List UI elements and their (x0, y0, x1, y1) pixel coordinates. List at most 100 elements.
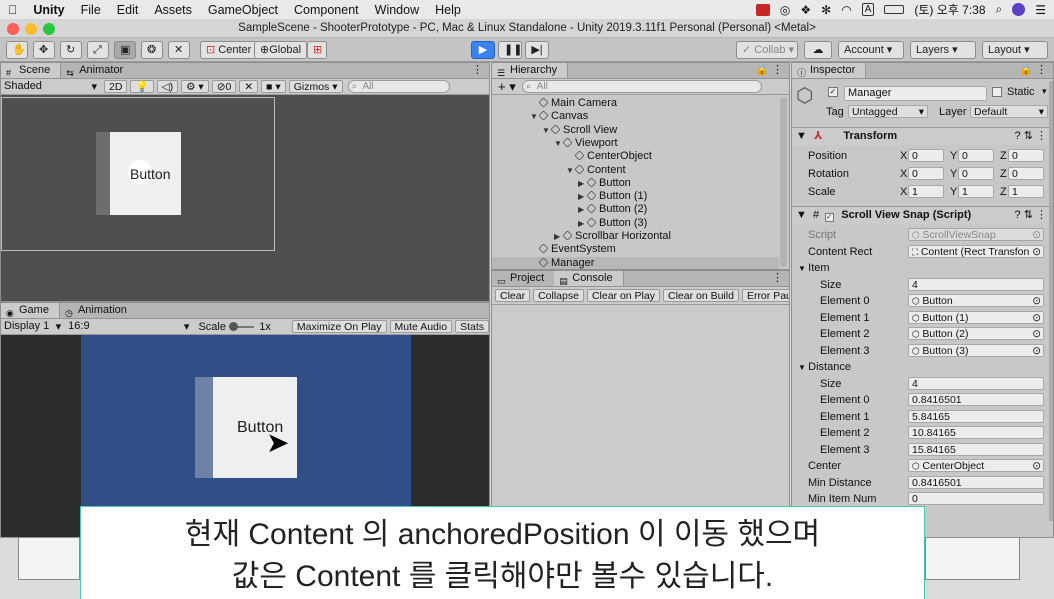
hierarchy-item[interactable]: Main Camera (530, 97, 617, 110)
audio-icon[interactable]: ◁) (156, 80, 179, 93)
foldout-arrow-icon[interactable]: ▶ (554, 230, 563, 243)
siri-icon[interactable] (1012, 3, 1026, 16)
foldout-arrow-icon[interactable]: ▶ (578, 203, 587, 216)
console-error-pause-button[interactable]: Error Pause (741, 289, 789, 302)
console-collapse-button[interactable]: Collapse (533, 289, 584, 302)
notification-center-icon[interactable]: ☰ (1035, 3, 1046, 17)
transform-z-field[interactable]: 0 (1008, 167, 1044, 180)
transform-x-field[interactable]: 0 (908, 167, 944, 180)
item-foldout-label[interactable]: ▼ Item (798, 261, 830, 276)
distance-element-field[interactable]: 10.84165 (908, 426, 1044, 439)
object-picker-icon[interactable]: ⊙ (1032, 345, 1041, 356)
foldout-arrow-icon[interactable]: ▶ (578, 190, 587, 203)
tab-game[interactable]: ◉ Game (1, 303, 60, 318)
menu-assets[interactable]: Assets (146, 3, 200, 17)
hierarchy-item[interactable]: ▶ Button (3) (578, 217, 647, 230)
zoom-window-icon[interactable] (43, 23, 55, 35)
item-element-field[interactable]: ⬡ Button (2) ⊙ (908, 327, 1044, 340)
tab-animator[interactable]: ⇆ Animator (61, 63, 133, 78)
panel-menu-icon[interactable]: ⋮ (472, 63, 489, 78)
clock[interactable]: (토) 오후 7:38 (914, 1, 985, 18)
transform-settings-icon[interactable]: ? ⇅ ⋮ (1015, 128, 1047, 145)
2d-toggle[interactable]: 2D (104, 80, 128, 93)
display-dropdown[interactable]: Display 1 ▾ (1, 320, 65, 333)
layout-dropdown[interactable]: Layout ▾ (982, 41, 1048, 59)
custom-tool-icon[interactable]: ✕ (168, 41, 190, 59)
pause-button[interactable]: ❚❚ (498, 41, 522, 59)
item-element-field[interactable]: ⬡ Button (1) ⊙ (908, 310, 1044, 324)
menu-app[interactable]: Unity (25, 3, 72, 17)
gizmos-dropdown[interactable]: Gizmos ▾ (288, 80, 343, 93)
hierarchy-item[interactable]: ▶ Button (1) (578, 190, 647, 203)
pivot-center-button[interactable]: ⊡ Center (200, 41, 258, 59)
menu-component[interactable]: Component (286, 3, 367, 17)
close-window-icon[interactable] (7, 23, 19, 35)
hierarchy-item[interactable]: Manager (492, 256, 779, 269)
minimize-window-icon[interactable] (25, 23, 37, 35)
distance-element-field[interactable]: 0.8416501 (908, 393, 1044, 406)
hierarchy-item[interactable]: ▼ Canvas (530, 110, 588, 123)
static-dropdown-icon[interactable]: ▾ (1042, 86, 1047, 97)
foldout-arrow-icon[interactable]: ▶ (578, 217, 587, 230)
scale-slider[interactable] (228, 321, 255, 331)
tab-hierarchy[interactable]: ☰ Hierarchy (492, 63, 569, 78)
cloud-icon[interactable]: ☁ (804, 41, 832, 59)
tab-project[interactable]: ▭ Project (492, 271, 554, 286)
scale-tool-icon[interactable]: ⤢ (87, 41, 109, 59)
hierarchy-item[interactable]: EventSystem (530, 243, 616, 256)
scene-search-input[interactable]: ⌕ All (347, 80, 450, 93)
input-source-indicator[interactable]: A (861, 3, 875, 16)
object-picker-icon[interactable]: ⊙ (1032, 312, 1041, 323)
min-distance-field[interactable]: 0.8416501 (908, 475, 1044, 489)
scene-button-object[interactable]: Button (110, 132, 181, 215)
move-tool-icon[interactable]: ✥ (33, 41, 55, 59)
hierarchy-scrollbar[interactable] (780, 97, 787, 267)
effects-icon[interactable]: ⚙ ▾ (181, 80, 209, 93)
transform-z-field[interactable]: 0 (1008, 149, 1044, 162)
script-settings-icon[interactable]: ? ⇅ ⋮ (1015, 207, 1047, 224)
transform-x-field[interactable]: 0 (908, 149, 944, 162)
scene-viewport[interactable]: Button (1, 95, 489, 301)
foldout-arrow-icon[interactable]: ▼ (798, 264, 808, 273)
hierarchy-lock-icon[interactable]: 🔒 ⋮ (755, 63, 789, 78)
active-checkbox[interactable]: ✓ (828, 87, 838, 97)
stats-toggle[interactable]: Stats (455, 320, 489, 333)
layer-dropdown[interactable]: Default ▾ (970, 105, 1048, 118)
tag-dropdown[interactable]: Untagged ▾ (848, 105, 928, 118)
tab-scene[interactable]: # Scene (1, 63, 62, 78)
inspector-scrollbar[interactable] (1049, 81, 1053, 521)
transform-y-field[interactable]: 0 (958, 167, 994, 180)
foldout-arrow-icon[interactable]: ▶ (578, 177, 587, 190)
hierarchy-item[interactable]: ▶ Scrollbar Horizontal (554, 230, 671, 243)
hidden-objects-toggle[interactable]: ⊘0 (211, 80, 237, 93)
transform-z-field[interactable]: 1 (1008, 185, 1044, 198)
shading-mode-dropdown[interactable]: Shaded ▾ (1, 80, 101, 93)
script-header[interactable]: ▼ # ✓ Scroll View Snap (Script) ? ⇅ ⋮ (792, 206, 1053, 224)
layers-dropdown[interactable]: Layers ▾ (910, 41, 976, 59)
console-clear-on-play-button[interactable]: Clear on Play (586, 289, 660, 302)
object-picker-icon[interactable]: ⊙ (1032, 246, 1041, 257)
menu-help[interactable]: Help (427, 3, 469, 17)
tab-inspector[interactable]: ⓘ Inspector (792, 63, 867, 78)
script-enabled-checkbox[interactable]: ✓ (825, 213, 835, 222)
item-element-field[interactable]: ⬡ Button ⊙ (908, 294, 1044, 307)
center-field[interactable]: ⬡ CenterObject ⊙ (908, 459, 1044, 472)
object-name-field[interactable]: Manager (844, 86, 987, 101)
foldout-arrow-icon[interactable]: ▼ (566, 164, 575, 177)
step-button[interactable]: ▶| (525, 41, 549, 59)
wifi-icon[interactable]: ◠ (841, 3, 851, 17)
hierarchy-item[interactable]: ▶ Button (578, 177, 631, 190)
console-clear-on-build-button[interactable]: Clear on Build (662, 289, 739, 302)
apple-icon[interactable]:  (0, 3, 25, 17)
transform-x-field[interactable]: 1 (908, 185, 944, 198)
play-button[interactable]: ▶ (471, 41, 495, 59)
lighting-icon[interactable]: 💡 (130, 80, 154, 93)
aspect-dropdown[interactable]: 16:9 ▾ (65, 320, 193, 333)
hierarchy-search-input[interactable]: ⌕ All (521, 80, 762, 93)
content-rect-field[interactable]: ⛶ Content (Rect Transfon ⊙ (908, 244, 1044, 258)
object-picker-icon[interactable]: ⊙ (1032, 460, 1041, 471)
distance-element-field[interactable]: 5.84165 (908, 409, 1044, 423)
foldout-arrow-icon[interactable]: ▼ (798, 363, 808, 372)
snap-icon[interactable]: ⊞ (307, 41, 327, 59)
handle-global-button[interactable]: ⊕Global (254, 41, 308, 59)
